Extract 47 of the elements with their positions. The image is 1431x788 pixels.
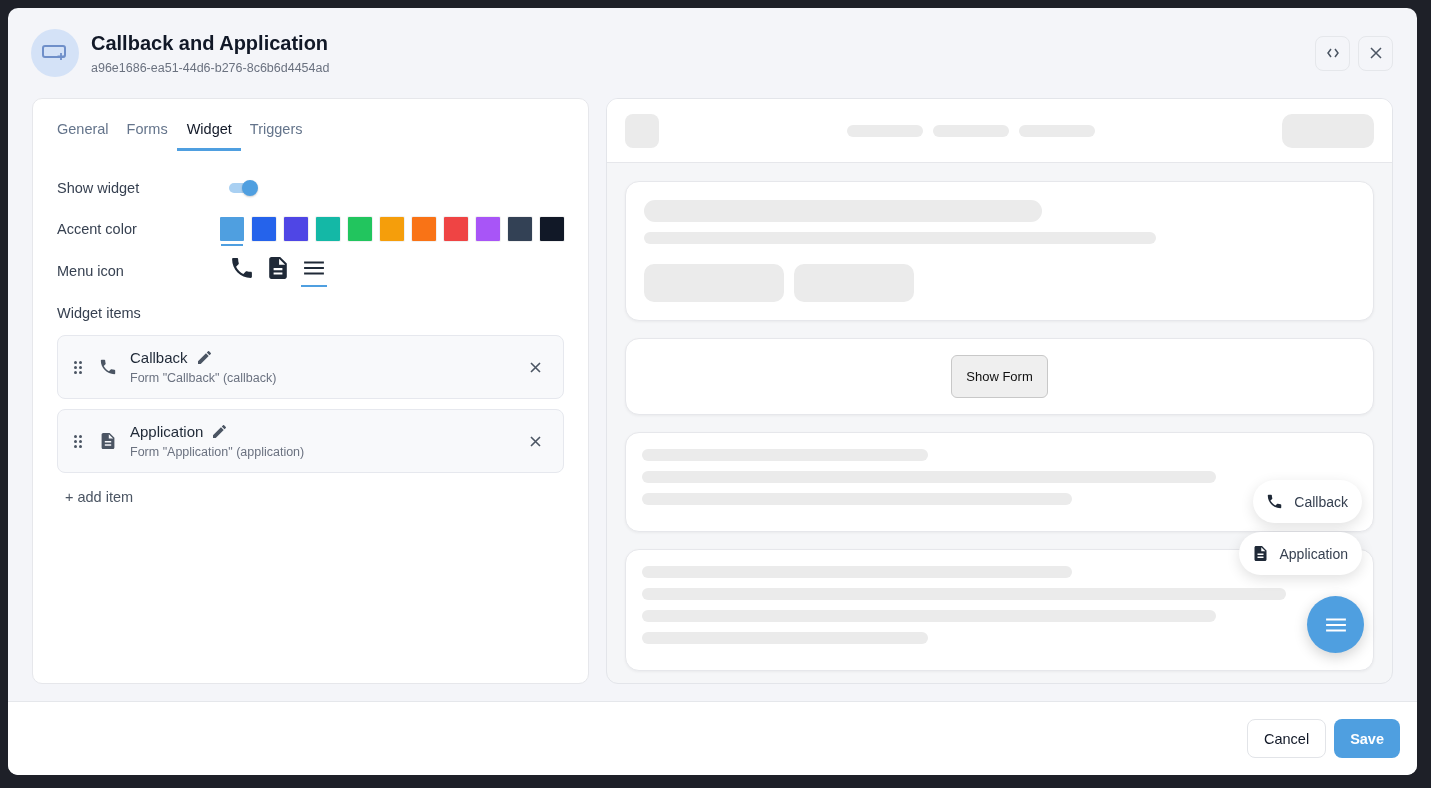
color-swatch[interactable] <box>444 216 468 241</box>
phone-icon <box>100 359 116 375</box>
document-icon <box>1252 546 1268 561</box>
close-icon <box>1369 47 1382 59</box>
widget-icon <box>42 44 68 62</box>
color-swatch[interactable] <box>412 216 436 241</box>
close-button[interactable] <box>1358 35 1393 71</box>
color-swatch[interactable] <box>284 216 308 241</box>
close-icon <box>530 361 541 373</box>
code-button[interactable] <box>1315 35 1350 71</box>
field-label: Show widget <box>57 179 141 196</box>
show-widget-toggle[interactable] <box>229 179 259 196</box>
color-swatch[interactable] <box>540 216 564 241</box>
widget-menu-item[interactable]: Application <box>1238 532 1362 575</box>
widget-id: a96e1686-ea51-44d6-b276-8c6b6d4454ad <box>91 60 331 75</box>
tab[interactable]: Forms <box>117 111 177 151</box>
code-icon <box>1326 48 1339 58</box>
color-swatch[interactable] <box>476 216 500 241</box>
color-swatch[interactable] <box>380 216 404 241</box>
color-swatch[interactable] <box>348 216 372 241</box>
close-icon <box>530 435 541 447</box>
tab[interactable]: Widget <box>176 111 241 151</box>
phone-icon <box>1267 494 1283 509</box>
phone-icon <box>231 256 253 279</box>
tab[interactable]: General <box>57 111 118 151</box>
dialog-title: Callback and Application <box>91 31 330 55</box>
widget-item-title: Application <box>130 423 204 440</box>
drag-handle-icon[interactable] <box>74 360 82 374</box>
document-icon <box>100 433 116 449</box>
widget-item-subtitle: Form "Application" (application) <box>130 445 306 459</box>
show-form-button[interactable]: Show Form <box>951 355 1048 398</box>
field-label: Accent color <box>57 220 138 237</box>
field-label: Menu icon <box>57 262 125 279</box>
color-swatch[interactable] <box>508 216 532 241</box>
widget-item-subtitle: Form "Callback" (callback) <box>130 371 278 385</box>
tab[interactable]: Triggers <box>240 111 312 151</box>
widget-item-title: Callback <box>130 349 188 366</box>
cancel-button[interactable]: Cancel <box>1247 719 1327 758</box>
field-label: Widget items <box>57 304 142 321</box>
color-swatch[interactable] <box>252 216 276 241</box>
pencil-icon[interactable] <box>197 351 211 364</box>
widget-menu-item[interactable]: Callback <box>1253 480 1362 523</box>
document-icon <box>267 256 289 279</box>
color-swatch[interactable] <box>316 216 340 241</box>
drag-handle-icon[interactable] <box>74 434 82 448</box>
pencil-icon[interactable] <box>213 425 227 438</box>
add-item-button[interactable]: + add item <box>65 489 134 505</box>
